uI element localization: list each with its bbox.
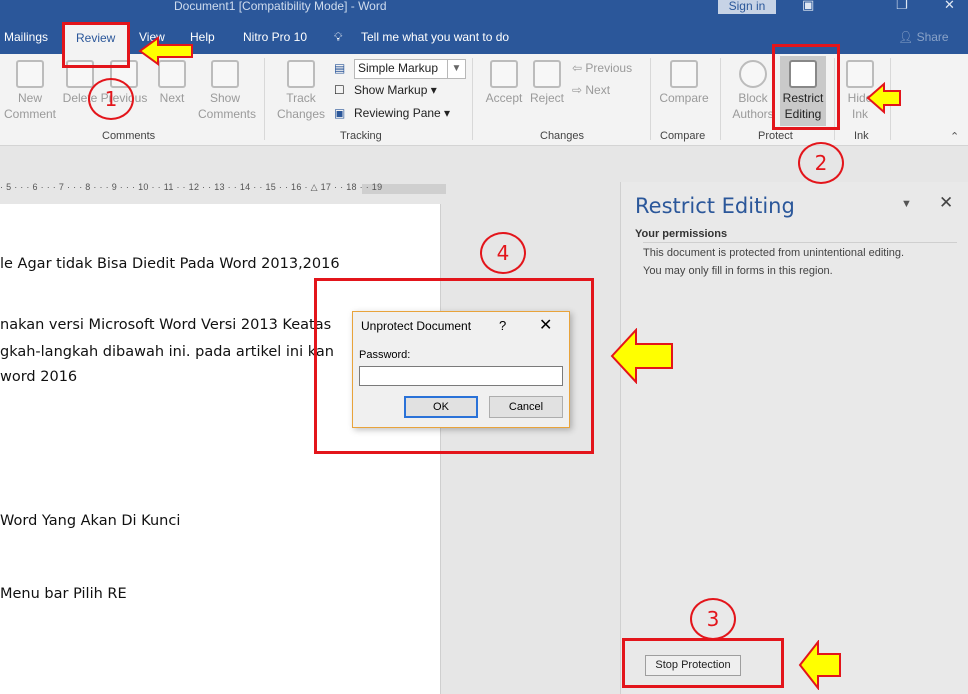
document-line: Word Yang Akan Di Kunci — [0, 513, 181, 529]
new-comment-button[interactable]: New Comment — [2, 60, 58, 122]
show-markup-button[interactable]: Show Markup ▾ — [354, 83, 437, 97]
block-authors-button[interactable]: Block Authors — [728, 60, 778, 122]
pane-title: Restrict Editing — [635, 194, 795, 218]
annotation-step-1: 1 — [88, 78, 134, 120]
next-comment-button[interactable]: Next — [150, 60, 194, 106]
show-comments-button[interactable]: Show Comments — [198, 60, 256, 122]
permissions-text: This document is protected from unintent… — [643, 247, 905, 259]
document-line: nakan versi Microsoft Word Versi 2013 Ke… — [0, 317, 332, 333]
annotation-step-4: 4 — [480, 232, 526, 274]
reject-icon — [533, 60, 561, 88]
maximize-icon[interactable]: ❐ — [896, 0, 908, 13]
annotation-box-dialog — [314, 278, 594, 454]
title-bar: Document1 [Compatibility Mode] - Word Si… — [0, 0, 968, 20]
ruler-ticks: · 5 · · · 6 · · · 7 · · · 8 · · · 9 · · … — [0, 182, 383, 192]
annotation-box-stop — [622, 638, 784, 688]
permissions-text: You may only fill in forms in this regio… — [643, 265, 833, 277]
track-changes-button[interactable]: Track Changes — [272, 60, 330, 122]
lightbulb-icon: 💡︎ — [334, 30, 343, 44]
comment-icon — [16, 60, 44, 88]
document-line: le Agar tidak Bisa Diedit Pada Word 2013… — [0, 256, 340, 272]
pane-close-icon[interactable]: ✕ — [939, 193, 953, 213]
accept-icon — [490, 60, 518, 88]
track-changes-icon — [287, 60, 315, 88]
annotation-arrow-icon — [138, 36, 193, 66]
document-line: gkah-langkah dibawah ini. pada artikel i… — [0, 344, 334, 360]
group-label-compare: Compare — [660, 130, 706, 142]
annotation-arrow-icon — [866, 82, 901, 114]
compare-icon — [670, 60, 698, 88]
sign-in-button[interactable]: Sign in — [718, 0, 776, 14]
group-separator — [472, 58, 473, 140]
annotation-arrow-icon — [798, 640, 841, 690]
restrict-editing-pane: Restrict Editing ▼ ✕ Your permissions Th… — [620, 182, 968, 694]
group-separator — [650, 58, 651, 140]
group-separator — [720, 58, 721, 140]
chevron-down-icon: ▼ — [447, 60, 465, 78]
reject-button[interactable]: Reject — [528, 60, 566, 106]
tab-nitro[interactable]: Nitro Pro 10 — [243, 30, 307, 44]
group-separator — [264, 58, 265, 140]
tab-mailings[interactable]: Mailings — [4, 30, 48, 44]
markup-select[interactable]: Simple Markup ▼ — [354, 59, 466, 79]
ribbon-display-icon[interactable]: ▣ — [802, 0, 814, 13]
person-icon: 👤︎ — [898, 30, 917, 44]
show-markup-icon: ☐ — [334, 83, 345, 97]
document-line: word 2016 — [0, 369, 78, 385]
show-comments-icon — [211, 60, 239, 88]
permissions-heading: Your permissions — [635, 228, 728, 240]
pane-options-icon[interactable]: ▼ — [901, 198, 912, 210]
tell-me-search[interactable]: Tell me what you want to do — [361, 30, 509, 44]
next-change-button[interactable]: ⇨ Next — [572, 83, 610, 97]
markup-icon: ▤ — [334, 61, 346, 75]
collapse-ribbon-icon[interactable]: ⌃ — [950, 130, 959, 143]
compare-button[interactable]: Compare — [656, 60, 712, 106]
divider — [643, 242, 957, 243]
annotation-box-review — [62, 22, 130, 68]
accept-button[interactable]: Accept — [482, 60, 526, 106]
group-label-tracking: Tracking — [340, 130, 382, 142]
share-button[interactable]: 👤︎ Share — [898, 30, 949, 44]
window-title: Document1 [Compatibility Mode] - Word — [174, 0, 387, 13]
document-line: Menu bar Pilih RE — [0, 586, 127, 602]
reviewing-pane-icon: ▣ — [334, 106, 346, 120]
annotation-arrow-icon — [610, 328, 673, 384]
close-window-icon[interactable]: ✕ — [944, 0, 955, 13]
group-label-protect: Protect — [758, 130, 793, 142]
annotation-step-3: 3 — [690, 598, 736, 640]
horizontal-ruler[interactable]: · 5 · · · 6 · · · 7 · · · 8 · · · 9 · · … — [0, 182, 446, 196]
group-label-changes: Changes — [540, 130, 585, 142]
annotation-step-2: 2 — [798, 142, 844, 184]
reviewing-pane-button[interactable]: Reviewing Pane ▾ — [354, 106, 450, 120]
group-label-ink: Ink — [854, 130, 869, 142]
previous-change-button[interactable]: ⇦ Previous — [572, 61, 632, 75]
group-label-comments: Comments — [102, 130, 156, 142]
block-authors-icon — [739, 60, 767, 88]
annotation-box-restrict — [772, 44, 840, 130]
